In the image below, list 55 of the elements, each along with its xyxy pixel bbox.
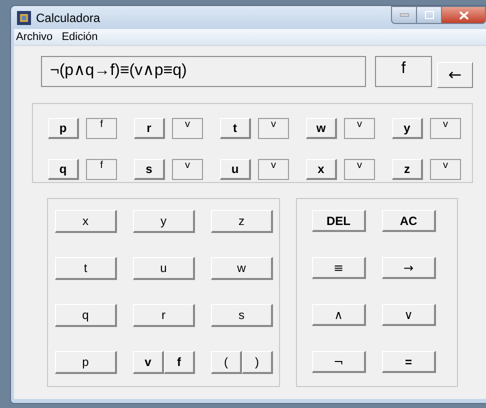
backspace-button[interactable]: ← — [437, 62, 473, 88]
key-button[interactable]: w — [211, 257, 273, 280]
result-display: f — [375, 56, 432, 87]
key-button[interactable]: ) — [242, 351, 273, 374]
variable-button[interactable]: y — [392, 118, 423, 139]
key-button[interactable]: y — [133, 210, 195, 233]
operator-button[interactable]: = — [382, 351, 436, 373]
key-button[interactable]: s — [211, 304, 273, 327]
variable-value: v — [430, 158, 461, 180]
variable-value: v — [172, 118, 203, 139]
maximize-icon — [424, 11, 434, 19]
minimize-icon — [400, 13, 408, 17]
key-button[interactable]: v — [133, 351, 164, 374]
variable-button[interactable]: r — [134, 118, 165, 139]
key-button[interactable]: p — [55, 351, 117, 374]
menu-item[interactable]: Edición — [62, 31, 98, 43]
close-icon — [458, 10, 468, 20]
variable-value: f — [86, 118, 117, 139]
app-icon — [17, 10, 31, 24]
operator-button[interactable]: ∧ — [312, 304, 366, 326]
key-button[interactable]: q — [55, 304, 117, 327]
key-button[interactable]: x — [55, 210, 117, 233]
operator-button[interactable]: AC — [382, 210, 436, 232]
operator-button[interactable]: → — [382, 257, 436, 279]
key-button[interactable]: r — [133, 304, 195, 327]
menu-item[interactable]: Archivo — [16, 31, 53, 43]
maximize-button[interactable] — [417, 6, 442, 24]
variable-value: v — [344, 158, 375, 180]
variable-button[interactable]: u — [220, 158, 251, 180]
key-button[interactable]: z — [211, 210, 273, 233]
variable-value: v — [258, 158, 289, 180]
key-button[interactable]: ( — [211, 351, 242, 374]
variable-button[interactable]: t — [220, 118, 251, 139]
operator-button[interactable]: ∨ — [382, 304, 436, 326]
variable-button[interactable]: q — [48, 158, 79, 180]
variable-button[interactable]: s — [134, 158, 165, 180]
key-button[interactable]: f — [164, 351, 195, 374]
variable-value: v — [344, 118, 375, 139]
variable-value: v — [172, 158, 203, 180]
close-button[interactable] — [442, 6, 486, 24]
variable-button[interactable]: z — [392, 158, 423, 180]
variable-value: f — [86, 158, 117, 180]
variable-value: v — [258, 118, 289, 139]
variable-value: v — [430, 118, 461, 139]
operator-button[interactable]: ≡ — [312, 257, 366, 279]
minimize-button[interactable] — [391, 6, 417, 24]
expression-display: ¬(p∧q→f)≡(v∧p≡q) — [41, 56, 366, 87]
key-button[interactable]: t — [55, 257, 117, 280]
operator-button[interactable]: ¬ — [312, 351, 366, 373]
operator-button[interactable]: DEL — [312, 210, 366, 232]
window-title: Calculadora — [36, 10, 102, 24]
variable-button[interactable]: w — [306, 118, 337, 139]
variable-button[interactable]: p — [48, 118, 79, 139]
variable-button[interactable]: x — [306, 158, 337, 180]
key-button[interactable]: u — [133, 257, 195, 280]
